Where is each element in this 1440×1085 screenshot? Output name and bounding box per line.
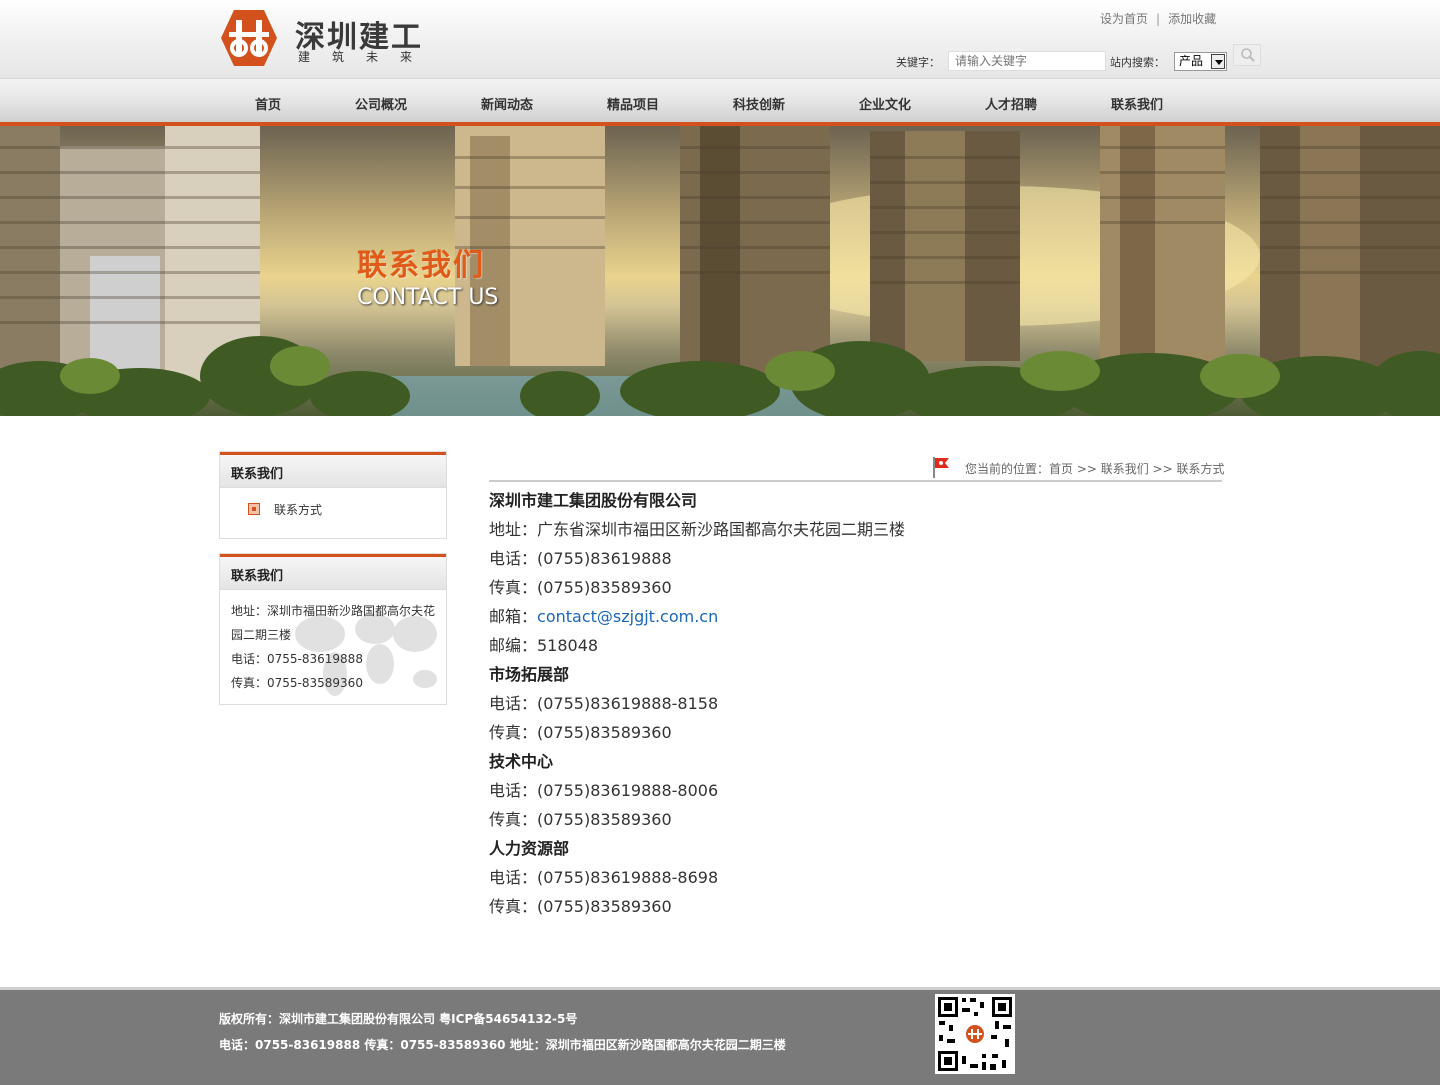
contact-details: 深圳市建工集团股份有限公司 地址：广东省深圳市福田区新沙路国都高尔夫花园二期三楼… xyxy=(489,486,1222,921)
nav-projects[interactable]: 精品项目 xyxy=(607,94,659,113)
sidebar-menu-box: 联系我们 联系方式 xyxy=(219,451,447,539)
footer-copyright: 版权所有：深圳市建工集团股份有限公司 粤ICP备54654132-5号 xyxy=(219,1012,578,1026)
scope-label: 站内搜索： xyxy=(1110,56,1165,69)
add-favorite-link[interactable]: 添加收藏 xyxy=(1168,12,1216,26)
search-input[interactable] xyxy=(948,51,1106,71)
top-links: 设为首页 | 添加收藏 xyxy=(1100,12,1217,26)
search-scope-value: 产品 xyxy=(1179,54,1204,68)
dept-name: 技术中心 xyxy=(489,752,554,771)
site-logo[interactable]: 深圳建工 建筑未来 xyxy=(219,8,429,68)
dept-fax: 传真：(0755)83589360 xyxy=(489,810,672,829)
sidebar-contact-header: 联系我们 xyxy=(220,554,446,590)
site-header: 深圳建工 建筑未来 设为首页|添加收藏 关键字： 站内搜索： 产品 xyxy=(0,0,1440,78)
flag-icon xyxy=(933,457,949,478)
email-label: 邮箱： xyxy=(489,607,538,626)
search-scope-select[interactable]: 产品 xyxy=(1174,52,1227,71)
company-phone: 电话：(0755)83619888 xyxy=(489,549,672,568)
banner-subtitle: CONTACT US xyxy=(357,285,499,310)
dept-phone: 电话：(0755)83619888-8006 xyxy=(489,781,719,800)
dept-phone: 电话：(0755)83619888-8158 xyxy=(489,694,719,713)
company-name: 深圳市建工集团股份有限公司 xyxy=(489,491,698,510)
dept-fax: 传真：(0755)83589360 xyxy=(489,897,672,916)
company-address: 地址：广东省深圳市福田区新沙路国都高尔夫花园二期三楼 xyxy=(489,520,906,539)
nav-news[interactable]: 新闻动态 xyxy=(481,94,533,113)
buildings-illustration xyxy=(0,126,1440,416)
nav-home[interactable]: 首页 xyxy=(255,94,281,113)
sidebar-item-contact-method[interactable]: 联系方式 xyxy=(248,501,322,518)
nav-about[interactable]: 公司概况 xyxy=(355,94,407,113)
logo-slogan: 建筑未来 xyxy=(298,50,435,64)
sidebar-address: 地址：深圳市福田新沙路国都高尔夫花园二期三楼 xyxy=(231,604,436,642)
main-nav: 首页 公司概况 新闻动态 精品项目 科技创新 企业文化 人才招聘 联系我们 xyxy=(0,78,1440,123)
dept-name: 人力资源部 xyxy=(489,839,570,858)
nav-culture[interactable]: 企业文化 xyxy=(859,94,911,113)
site-footer: 版权所有：深圳市建工集团股份有限公司 粤ICP备54654132-5号 电话：0… xyxy=(0,987,1440,1085)
qr-code-icon xyxy=(935,994,1015,1074)
keyword-label: 关键字： xyxy=(896,56,940,69)
sidebar-menu-header: 联系我们 xyxy=(220,452,446,488)
company-postcode: 邮编：518048 xyxy=(489,636,599,655)
search-icon xyxy=(1241,48,1255,62)
search-button[interactable] xyxy=(1233,44,1261,66)
sidebar-contact-box: 联系我们 地址：深圳市福田新沙路国都高尔夫花园二期三楼 电话：0755-8361… xyxy=(219,553,447,705)
nav-technology[interactable]: 科技创新 xyxy=(733,94,785,113)
email-link[interactable]: contact@szjgjt.com.cn xyxy=(537,607,718,626)
logo-mark-icon xyxy=(221,10,277,66)
nav-careers[interactable]: 人才招聘 xyxy=(985,94,1037,113)
sidebar-contact-lines: 地址：深圳市福田新沙路国都高尔夫花园二期三楼 电话：0755-83619888 … xyxy=(231,599,441,695)
nav-contact[interactable]: 联系我们 xyxy=(1111,94,1163,113)
dept-fax: 传真：(0755)83589360 xyxy=(489,723,672,742)
content-divider xyxy=(489,480,1222,482)
dept-phone: 电话：(0755)83619888-8698 xyxy=(489,868,719,887)
page-banner: 联系我们 CONTACT US xyxy=(0,126,1440,416)
dept-name: 市场拓展部 xyxy=(489,665,570,684)
set-homepage-link[interactable]: 设为首页 xyxy=(1100,12,1148,26)
sidebar-menu-title: 联系我们 xyxy=(231,467,284,482)
breadcrumb-text[interactable]: 您当前的位置：首页 >> 联系我们 >> 联系方式 xyxy=(965,460,1224,477)
sidebar-phone: 电话：0755-83619888 xyxy=(231,652,363,666)
sidebar-contact-title: 联系我们 xyxy=(231,569,284,584)
company-fax: 传真：(0755)83589360 xyxy=(489,578,672,597)
footer-contact: 电话：0755-83619888 传真：0755-83589360 地址：深圳市… xyxy=(219,1038,786,1052)
sidebar-item-label: 联系方式 xyxy=(274,503,323,517)
banner-title: 联系我们 xyxy=(357,248,485,283)
dropdown-arrow-icon[interactable] xyxy=(1211,54,1225,69)
sidebar-fax: 传真：0755-83589360 xyxy=(231,676,363,690)
bullet-icon xyxy=(248,503,260,515)
company-email-row: 邮箱：contact@szjgjt.com.cn xyxy=(489,602,1222,631)
